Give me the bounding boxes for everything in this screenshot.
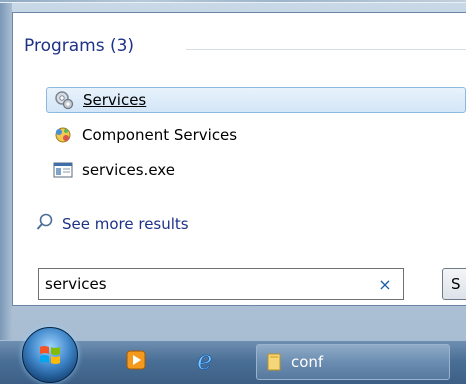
frame-edge (0, 3, 12, 341)
media-player-icon (125, 349, 147, 375)
see-more-label: See more results (62, 215, 189, 233)
see-more-results-link[interactable]: See more results (36, 212, 189, 236)
component-services-icon (52, 125, 74, 145)
result-label: Services (83, 91, 147, 109)
internet-explorer-taskbar-button[interactable]: e (186, 344, 226, 380)
result-label: services.exe (82, 161, 175, 179)
clear-search-icon[interactable]: × (373, 272, 397, 296)
section-divider (186, 49, 466, 50)
result-label: Component Services (82, 126, 238, 144)
folder-icon (265, 352, 283, 372)
services-gear-icon (53, 90, 75, 110)
console-window-icon (52, 160, 74, 180)
internet-explorer-icon: e (193, 346, 219, 377)
section-title: Programs (3) (24, 36, 135, 56)
svg-text:e: e (197, 347, 212, 373)
taskbar-item-label: conf (291, 353, 324, 371)
start-button[interactable] (22, 327, 78, 383)
media-player-taskbar-button[interactable] (118, 344, 154, 380)
taskbar-item-conf[interactable]: conf (256, 344, 450, 380)
result-item-services-exe[interactable]: services.exe (46, 157, 466, 183)
search-magnifier-icon (36, 213, 54, 235)
windows-logo-icon (38, 343, 62, 367)
result-item-component-services[interactable]: Component Services (46, 122, 466, 148)
start-search-box[interactable]: × (38, 268, 404, 300)
result-item-services[interactable]: Services (46, 87, 466, 113)
search-input[interactable] (39, 270, 373, 298)
shut-down-button[interactable]: S (442, 268, 466, 300)
